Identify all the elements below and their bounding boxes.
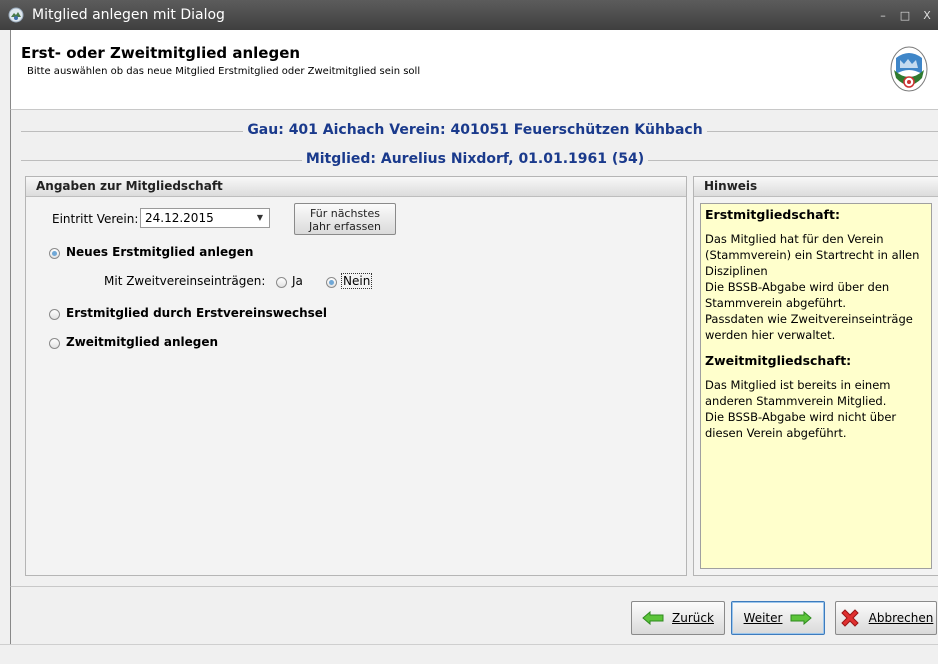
radio-second-club-yes[interactable] xyxy=(276,277,287,288)
close-button[interactable]: X xyxy=(916,0,938,30)
radio-new-first-member[interactable] xyxy=(49,248,60,259)
club-info-line: Gau: 401 Aichach Verein: 401051 Feuersch… xyxy=(11,122,938,138)
window-titlebar: Mitglied anlegen mit Dialog – □ X xyxy=(0,0,938,30)
wizard-header: Erst- oder Zweitmitglied anlegen Bitte a… xyxy=(10,30,938,110)
association-logo-icon xyxy=(890,46,928,92)
wizard-footer: Zurück Weiter Abbrechen xyxy=(10,586,938,644)
member-info-line: Mitglied: Aurelius Nixdorf, 01.01.1961 (… xyxy=(11,151,938,167)
app-icon xyxy=(8,7,24,23)
option-new-first-member-label[interactable]: Neues Erstmitglied anlegen xyxy=(66,245,253,259)
radio-first-member-by-switch[interactable] xyxy=(49,309,60,320)
hint-body-first: Das Mitglied hat für den Verein (Stammve… xyxy=(705,232,920,342)
hint-panel: Hinweis Erstmitgliedschaft: Das Mitglied… xyxy=(693,176,938,576)
wizard-content: Gau: 401 Aichach Verein: 401051 Feuersch… xyxy=(10,110,938,586)
next-year-button[interactable]: Für nächstes Jahr erfassen xyxy=(294,203,396,235)
hint-heading-first: Erstmitgliedschaft: xyxy=(705,207,840,222)
page-title: Erst- oder Zweitmitglied anlegen xyxy=(21,44,301,62)
membership-panel: Angaben zur Mitgliedschaft Eintritt Vere… xyxy=(25,176,687,576)
second-club-yes-label[interactable]: Ja xyxy=(292,274,303,288)
chevron-down-icon: ▼ xyxy=(256,213,263,222)
entry-date-dropdown[interactable]: 24.12.2015 ▼ xyxy=(140,208,270,228)
second-club-entries-label: Mit Zweitvereinseinträgen: xyxy=(104,274,266,288)
hint-panel-title: Hinweis xyxy=(694,177,938,197)
arrow-right-icon xyxy=(790,611,813,625)
cancel-button-label: Abbrechen xyxy=(868,611,934,625)
maximize-button[interactable]: □ xyxy=(894,0,916,30)
hint-heading-second: Zweitmitgliedschaft: xyxy=(705,353,852,368)
hint-text-box: Erstmitgliedschaft: Das Mitglied hat für… xyxy=(700,203,932,569)
arrow-left-icon xyxy=(642,611,664,625)
next-button[interactable]: Weiter xyxy=(731,601,825,635)
page-subtitle: Bitte auswählen ob das neue Mitglied Ers… xyxy=(27,66,421,77)
second-club-no-label[interactable]: Nein xyxy=(341,273,373,289)
option-second-member-label[interactable]: Zweitmitglied anlegen xyxy=(66,335,218,349)
back-button-label: Zurück xyxy=(672,611,714,625)
cancel-button[interactable]: Abbrechen xyxy=(835,601,937,635)
back-button[interactable]: Zurück xyxy=(631,601,725,635)
radio-second-member[interactable] xyxy=(49,338,60,349)
window-left-edge xyxy=(0,30,10,644)
hint-body-second: Das Mitglied ist bereits in einem andere… xyxy=(705,378,897,440)
radio-second-club-no[interactable] xyxy=(326,277,337,288)
cancel-x-icon xyxy=(840,609,859,627)
window-title: Mitglied anlegen mit Dialog xyxy=(32,7,225,23)
next-button-label: Weiter xyxy=(743,611,783,625)
minimize-button[interactable]: – xyxy=(872,0,894,30)
membership-panel-title: Angaben zur Mitgliedschaft xyxy=(26,177,686,197)
option-first-member-by-switch-label[interactable]: Erstmitglied durch Erstvereinswechsel xyxy=(66,306,327,320)
member-info-text: Mitglied: Aurelius Nixdorf, 01.01.1961 (… xyxy=(301,151,649,167)
entry-date-label: Eintritt Verein: xyxy=(52,212,139,226)
entry-date-value: 24.12.2015 xyxy=(145,211,214,225)
club-info-text: Gau: 401 Aichach Verein: 401051 Feuersch… xyxy=(243,122,707,138)
status-bar xyxy=(0,644,938,664)
